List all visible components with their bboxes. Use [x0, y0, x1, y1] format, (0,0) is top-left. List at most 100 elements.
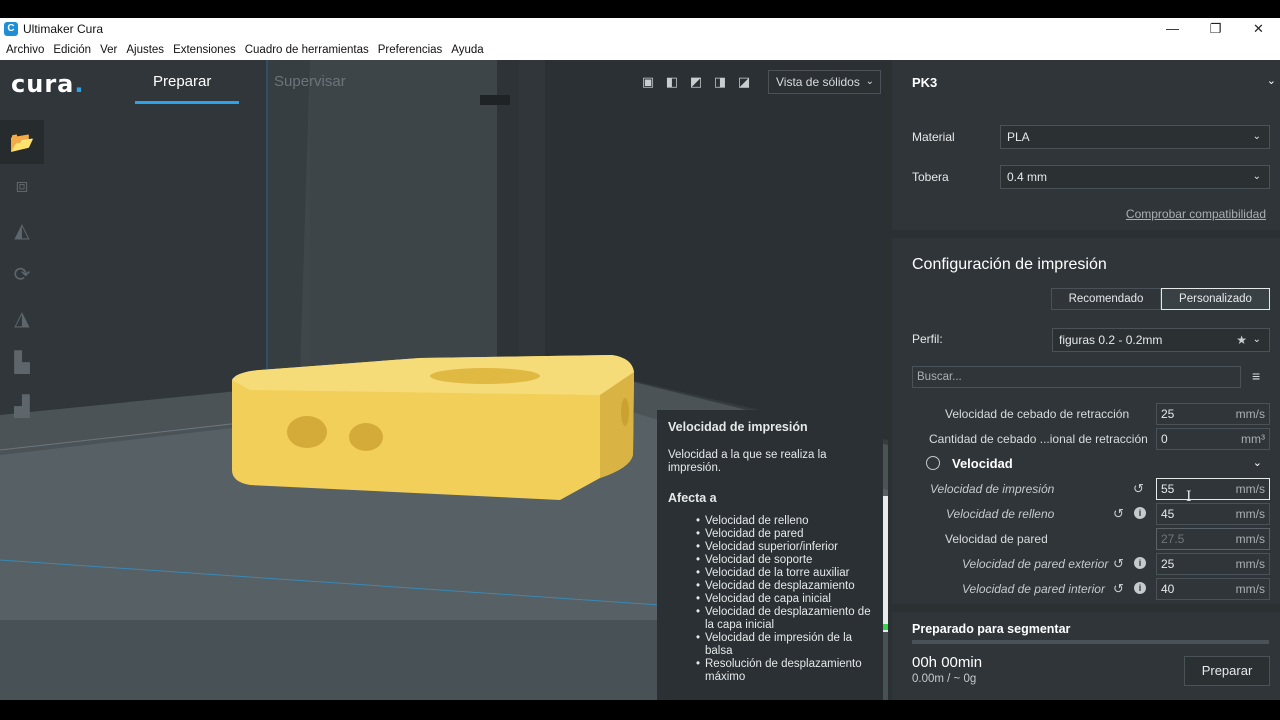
menu-bar: Archivo Edición Ver Ajustes Extensiones …	[0, 40, 1280, 60]
cura-app-icon: C	[4, 22, 18, 36]
menu-ajustes[interactable]: Ajustes	[126, 44, 164, 56]
infill-speed-input[interactable]: 45 mm/s	[1156, 503, 1270, 525]
menu-extensiones[interactable]: Extensiones	[173, 44, 236, 56]
reset-icon[interactable]: ↺	[1113, 506, 1124, 522]
left-toolbar: 📂 ⧈ ◭ ⟳ ◮ ▙ ▟	[0, 120, 44, 450]
profile-label: Perfil:	[912, 332, 943, 346]
setting-row: Velocidad de pared exterior ↺ i 25 mm/s	[892, 553, 1280, 575]
list-item: Velocidad de pared	[696, 528, 872, 541]
print-settings-title: Configuración de impresión	[912, 256, 1107, 273]
setting-label: Velocidad de pared	[945, 532, 1048, 546]
outer-wall-speed-input[interactable]: 25 mm/s	[1156, 553, 1270, 575]
category-velocidad[interactable]: Velocidad ⌄	[892, 453, 1280, 475]
list-item: Velocidad de soporte	[696, 554, 872, 567]
menu-preferencias[interactable]: Preferencias	[378, 44, 443, 56]
compatibility-link[interactable]: Comprobar compatibilidad	[1126, 207, 1266, 221]
printer-section: PK3 ⌄ Material PLA ⌄ Tobera 0.4 mm ⌄ Compr…	[892, 60, 1280, 230]
recommended-mode-button[interactable]: Recomendado	[1051, 288, 1161, 310]
front-view-icon[interactable]: ◧	[664, 74, 680, 90]
mirror-icon[interactable]: ◮	[0, 296, 44, 340]
info-icon[interactable]: i	[1134, 557, 1146, 569]
print-settings-section: Configuración de impresión Recomendado P…	[892, 238, 1280, 604]
frame-bracket	[480, 95, 510, 105]
info-icon[interactable]: i	[1134, 582, 1146, 594]
print-time: 00h 00min	[912, 654, 983, 671]
tab-supervisar[interactable]: Supervisar	[274, 73, 346, 90]
star-icon: ★	[1236, 333, 1247, 347]
left-view-icon[interactable]: ◨	[712, 74, 728, 90]
reset-icon[interactable]: ↺	[1113, 581, 1124, 597]
support-blocker-icon[interactable]: ▟	[0, 384, 44, 428]
slice-button[interactable]: Preparar	[1184, 656, 1270, 686]
printer-name[interactable]: PK3	[912, 75, 937, 90]
profile-select[interactable]: figuras 0.2 - 0.2mm ★ ⌄	[1052, 328, 1270, 352]
category-label: Velocidad	[952, 456, 1013, 471]
setting-row: Velocidad de relleno ↺ i 45 mm/s	[892, 503, 1280, 525]
wall-panel	[300, 60, 500, 375]
retraction-extra-prime-input[interactable]: 0 mm³	[1156, 428, 1270, 450]
wall-speed-input[interactable]: 27.5 mm/s	[1156, 528, 1270, 550]
menu-archivo[interactable]: Archivo	[6, 44, 44, 56]
3d-viewport[interactable]: cura. Preparar Supervisar ▣ ◧ ◩ ◨ ◪ Vist…	[0, 60, 888, 700]
nozzle-select[interactable]: 0.4 mm ⌄	[1000, 165, 1270, 189]
list-item: Velocidad superior/inferior	[696, 541, 872, 554]
scale-icon[interactable]: ◭	[0, 208, 44, 252]
model-hole	[287, 416, 327, 448]
right-panel: PK3 ⌄ Material PLA ⌄ Tobera 0.4 mm ⌄ Compr…	[888, 60, 1280, 700]
tab-preparar[interactable]: Preparar	[153, 73, 211, 90]
restore-button[interactable]: ❐	[1194, 18, 1237, 40]
slice-status: Preparado para segmentar	[912, 622, 1071, 636]
setting-label: Velocidad de relleno	[946, 507, 1055, 521]
tooltip-title: Velocidad de impresión	[668, 420, 808, 434]
open-file-icon[interactable]: 📂	[0, 120, 44, 164]
tooltip-affects-list: Velocidad de relleno Velocidad de pared …	[668, 515, 872, 684]
inner-wall-speed-input[interactable]: 40 mm/s	[1156, 578, 1270, 600]
model-hole	[621, 398, 629, 426]
title-bar: C Ultimaker Cura — ❐ ✕	[0, 18, 1280, 40]
rotate-icon[interactable]: ⟳	[0, 252, 44, 296]
menu-ayuda[interactable]: Ayuda	[451, 44, 483, 56]
custom-mode-button[interactable]: Personalizado	[1161, 288, 1270, 310]
list-item: Velocidad de impresión de la balsa	[696, 632, 872, 658]
screen-bottom-border	[0, 700, 1280, 720]
retraction-prime-speed-input[interactable]: 25 mm/s	[1156, 403, 1270, 425]
menu-cuadro-herramientas[interactable]: Cuadro de herramientas	[245, 44, 369, 56]
menu-edicion[interactable]: Edición	[53, 44, 91, 56]
hamburger-menu-icon[interactable]: ≡	[1252, 368, 1260, 384]
chevron-down-icon: ⌄	[1252, 334, 1261, 345]
reset-icon[interactable]: ↺	[1133, 481, 1144, 497]
move-icon[interactable]: ⧈	[0, 164, 44, 208]
material-select[interactable]: PLA ⌄	[1000, 125, 1270, 149]
setting-row: Velocidad de pared interior ↺ i 40 mm/s	[892, 578, 1280, 600]
material-usage: 0.00m / ~ 0g	[912, 673, 977, 685]
speed-gauge-icon	[926, 456, 940, 470]
info-icon[interactable]: i	[1134, 507, 1146, 519]
reset-icon[interactable]: ↺	[1113, 556, 1124, 572]
view-mode-select[interactable]: Vista de sólidos ⌄	[768, 70, 881, 94]
active-tab-indicator	[135, 101, 239, 104]
model-hole	[349, 423, 383, 451]
tooltip-affects-title: Afecta a	[668, 491, 717, 505]
setting-label: Velocidad de pared interior	[962, 582, 1105, 596]
minimize-button[interactable]: —	[1151, 18, 1194, 40]
3d-view-icon[interactable]: ▣	[640, 74, 656, 90]
print-speed-input[interactable]: 55 mm/s	[1156, 478, 1270, 500]
chevron-down-icon: ⌄	[1252, 131, 1261, 142]
setting-tooltip: Velocidad de impresión Velocidad a la qu…	[657, 410, 883, 700]
chevron-down-icon[interactable]: ⌄	[1267, 74, 1276, 87]
text-cursor-icon: I	[1186, 489, 1192, 505]
close-button[interactable]: ✕	[1237, 18, 1280, 40]
setting-label: Cantidad de cebado ...ional de retracció…	[929, 432, 1148, 446]
top-view-icon[interactable]: ◩	[688, 74, 704, 90]
nozzle-label: Tobera	[912, 170, 949, 184]
model-hole	[430, 368, 540, 384]
screen-top-border	[0, 0, 1280, 18]
chevron-down-icon: ⌄	[1252, 457, 1262, 469]
per-model-settings-icon[interactable]: ▙	[0, 340, 44, 384]
mode-toggle: Recomendado Personalizado	[1051, 288, 1270, 310]
list-item: Velocidad de desplazamiento	[696, 580, 872, 593]
right-view-icon[interactable]: ◪	[736, 74, 752, 90]
slice-section: Preparado para segmentar 00h 00min 0.00m…	[892, 612, 1280, 700]
settings-search-input[interactable]: Buscar...	[912, 366, 1241, 388]
menu-ver[interactable]: Ver	[100, 44, 117, 56]
